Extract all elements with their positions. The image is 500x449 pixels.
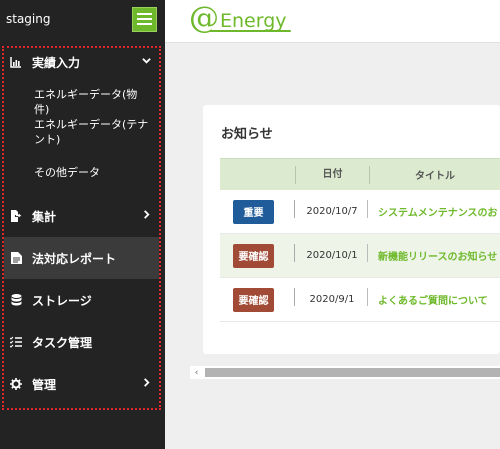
chevron-down-icon bbox=[142, 56, 151, 68]
cell-divider bbox=[294, 287, 295, 306]
chevron-right-icon bbox=[142, 210, 151, 222]
database-icon bbox=[10, 294, 22, 306]
logo-underline bbox=[209, 30, 291, 32]
notice-date: 2020/9/1 bbox=[309, 294, 355, 305]
notice-title-link[interactable]: よくあるご質問について bbox=[378, 292, 500, 307]
importance-badge: 要確認 bbox=[233, 287, 274, 312]
table-header: 日付 タイトル bbox=[220, 158, 500, 190]
scrollbar-thumb[interactable] bbox=[205, 368, 500, 377]
sidebar-item-label: ストレージ bbox=[32, 293, 92, 308]
sidebar-subitem-other-data[interactable]: その他データ bbox=[4, 165, 159, 195]
column-header-title: タイトル bbox=[415, 171, 455, 182]
notice-title-link[interactable]: システムメンテナンスのお bbox=[378, 204, 500, 219]
cell-divider bbox=[294, 243, 295, 262]
notices-table: 日付 タイトル 重要 2020/10/7 システムメンテナンスのお 要確認 20… bbox=[220, 158, 500, 322]
sidebar: staging 実績入力 エネルギーデータ(物件) エネルギーデータ(テナント)… bbox=[0, 0, 165, 449]
horizontal-scrollbar[interactable]: ‹ bbox=[190, 366, 500, 379]
chevron-right-icon bbox=[142, 378, 151, 390]
notice-date: 2020/10/7 bbox=[306, 206, 358, 217]
cell-divider bbox=[367, 199, 368, 218]
table-row[interactable]: 要確認 2020/10/1 新機能リリースのお知らせ bbox=[220, 234, 500, 278]
importance-badge: 要確認 bbox=[233, 243, 274, 268]
file-text-icon bbox=[10, 252, 22, 264]
sidebar-item-label: 法対応レポート bbox=[32, 251, 117, 266]
sidebar-top-bar: staging bbox=[0, 0, 165, 38]
sidebar-item-label: 実績入力 bbox=[32, 55, 81, 70]
cell-divider bbox=[294, 199, 295, 218]
hamburger-menu-button[interactable] bbox=[132, 6, 157, 32]
gear-icon bbox=[10, 378, 22, 390]
sidebar-item-jisseki[interactable]: 実績入力 bbox=[4, 48, 159, 76]
table-row[interactable]: 重要 2020/10/7 システムメンテナンスのお bbox=[220, 190, 500, 234]
cell-divider bbox=[367, 287, 368, 306]
sidebar-item-task[interactable]: タスク管理 bbox=[4, 321, 159, 363]
sidebar-item-shukei[interactable]: 集計 bbox=[4, 195, 159, 237]
hamburger-line bbox=[137, 13, 152, 15]
cell-divider bbox=[367, 243, 368, 262]
notices-title: お知らせ bbox=[221, 127, 273, 142]
sidebar-item-label: タスク管理 bbox=[32, 335, 93, 350]
sidebar-subitem-energy-property[interactable]: エネルギーデータ(物件) bbox=[4, 87, 159, 117]
logo-text: Energy bbox=[220, 10, 287, 32]
sidebar-item-storage[interactable]: ストレージ bbox=[4, 279, 159, 321]
bar-chart-icon bbox=[10, 56, 22, 68]
sidebar-menu: 実績入力 エネルギーデータ(物件) エネルギーデータ(テナント) その他データ … bbox=[2, 46, 161, 410]
sidebar-item-houtaiou-report[interactable]: 法対応レポート bbox=[4, 237, 159, 279]
top-header: @ Energy bbox=[165, 0, 500, 43]
file-export-icon bbox=[10, 210, 22, 222]
hamburger-line bbox=[137, 23, 152, 25]
hamburger-line bbox=[137, 18, 152, 20]
importance-badge: 重要 bbox=[233, 199, 274, 224]
scroll-left-icon[interactable]: ‹ bbox=[190, 366, 203, 379]
sidebar-item-kanri[interactable]: 管理 bbox=[4, 363, 159, 405]
notice-title-link[interactable]: 新機能リリースのお知らせ bbox=[378, 248, 500, 263]
sidebar-item-label: 管理 bbox=[32, 377, 57, 392]
environment-label: staging bbox=[6, 12, 51, 26]
notice-date: 2020/10/1 bbox=[306, 250, 358, 261]
table-row[interactable]: 要確認 2020/9/1 よくあるご質問について bbox=[220, 278, 500, 322]
sidebar-item-label: 集計 bbox=[32, 209, 57, 224]
column-header-date: 日付 bbox=[295, 165, 370, 184]
notices-panel: お知らせ 日付 タイトル 重要 2020/10/7 システムメンテナンスのお 要… bbox=[203, 105, 500, 354]
sidebar-subitem-energy-tenant[interactable]: エネルギーデータ(テナント) bbox=[4, 117, 159, 165]
list-check-icon bbox=[10, 336, 22, 348]
